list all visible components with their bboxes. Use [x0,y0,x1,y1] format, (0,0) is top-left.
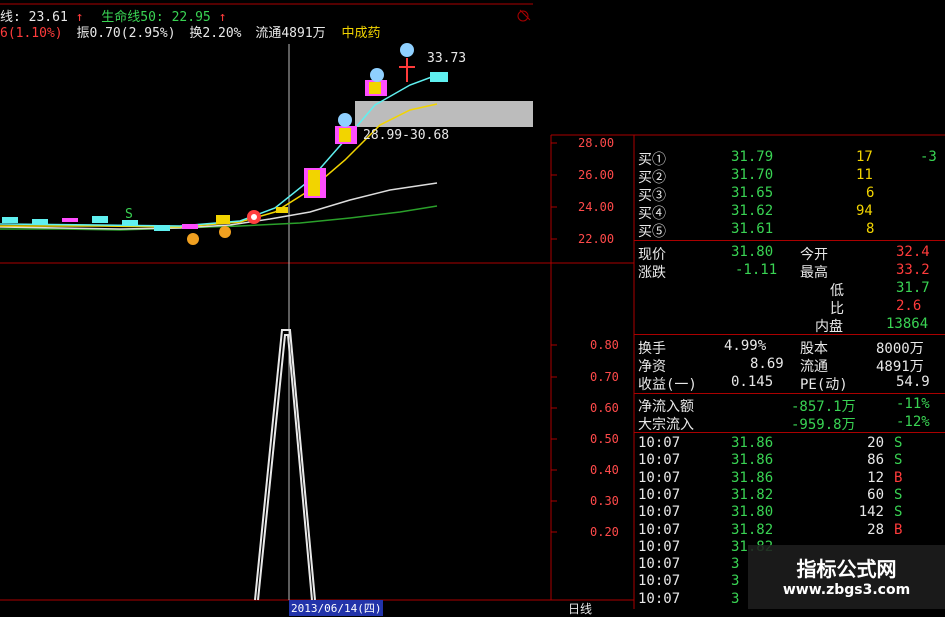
price-axis-label: 28.00 [578,136,615,150]
quote-row: 净流入额 -857.1万 -11% [638,396,930,415]
tick-time: 10:07 [638,590,681,607]
quote-panel: 买① 31.79 17 -3 买② 31.70 11 买③ 31.65 6 买④… [634,135,945,609]
tick-vol: 28 [867,521,884,538]
tick-time: 10:07 [638,538,681,555]
orderbook-row: 买⑤ 31.61 8 [638,221,875,240]
tick-row: 10:07 31.86 20 S [634,435,945,453]
tick-time: 10:07 [638,521,681,538]
tick-vol: 86 [867,452,884,469]
price-axis-label: 26.00 [578,168,615,182]
indicator-peak-line [254,329,316,601]
tick-price: 31.80 [731,504,774,521]
indicator-axis-label: 0.80 [590,338,619,352]
indicator-axis-label: 0.30 [590,494,619,508]
quote-row: 现价 31.80 今开 32.4 [638,244,930,263]
range-highlight-box [355,101,533,127]
quote-row: 内盘 13864 [815,316,929,335]
sector-label: 中成药 [341,26,381,41]
amplitude-value: 振0.70(2.95%) [76,26,176,41]
indicator-axis-label: 0.70 [590,370,619,384]
indicator-axis-label: 0.50 [590,432,619,446]
tick-side: S [894,452,903,469]
orderbook-row: 买④ 31.62 94 [638,203,873,222]
orderbook-row: 买② 31.70 11 [638,167,873,186]
float-cap-value: 流通4891万 [255,26,326,41]
quote-header: 6(1.10%) 振0.70(2.95%) 换2.20% 流通4891万 中成药 [0,22,381,41]
high-price-label: 33.73 [427,51,467,66]
tick-time: 10:07 [638,504,681,521]
tick-price: 31.86 [731,452,774,469]
tick-row: 10:07 31.86 86 S [634,452,945,470]
tick-vol: 142 [858,504,884,521]
tick-vol: 12 [867,469,884,486]
tick-time: 10:07 [638,556,681,573]
svg-text:S: S [125,207,133,222]
quote-row: 低 31.7 [830,280,930,299]
tick-side: S [894,504,903,521]
tick-row: 10:07 31.82 28 B [634,522,945,540]
tick-row: 10:07 31.82 60 S [634,487,945,505]
price-axis-label: 22.00 [578,232,615,246]
tick-side: S [894,435,903,451]
ma-cyan-line [0,74,438,227]
quote-row: 涨跌 -1.11 最高 33.2 [638,262,930,281]
tick-time: 10:07 [638,452,681,469]
cursor-date-label: 2013/06/14(四) [289,600,384,616]
indicator-axis-label: 0.60 [590,401,619,415]
quote-row: 比 2.6 [830,298,922,317]
quote-row: 净资 8.69 流通 4891万 [638,356,924,375]
tick-side: B [894,521,903,538]
indicator-axis-label: 0.40 [590,463,619,477]
site-watermark: 指标公式网 www.zbgs3.com [748,545,945,609]
range-label: 28.99-30.68 [363,128,450,143]
tick-side: S [894,486,903,503]
tick-price: 31.82 [731,521,774,538]
indicator-axis-label: 0.20 [590,525,619,539]
price-axis-label: 24.00 [578,200,615,214]
watermark-url: www.zbgs3.com [782,582,911,598]
tick-vol: 60 [867,486,884,503]
tick-time: 10:07 [638,486,681,503]
tick-row: 10:07 31.80 142 S [634,504,945,522]
tick-price: 3 [731,556,740,573]
turnover-value: 换2.20% [189,26,242,41]
tick-price: 3 [731,590,740,607]
tick-time: 10:07 [638,573,681,590]
tick-price: 31.86 [731,435,774,451]
tick-price: 3 [731,573,740,590]
tick-price: 31.82 [731,486,774,503]
tick-row: 10:07 31.86 12 B [634,470,945,488]
tick-time: 10:07 [638,435,681,451]
quote-row: 收益(一) 0.145 PE(动) 54.9 [638,374,930,393]
quote-row: 大宗流入 -959.8万 -12% [638,414,930,433]
tick-vol: 20 [867,435,884,451]
tick-time: 10:07 [638,469,681,486]
watermark-title: 指标公式网 [796,557,897,581]
orderbook-row: 买③ 31.65 6 [638,185,875,204]
orderbook-row: 买① 31.79 17 -3 [638,149,937,168]
change-value: 6(1.10%) [0,26,63,41]
tick-price: 31.86 [731,469,774,486]
tick-side: B [894,469,903,486]
quote-row: 换手 4.99% 股本 8000万 [638,338,924,357]
